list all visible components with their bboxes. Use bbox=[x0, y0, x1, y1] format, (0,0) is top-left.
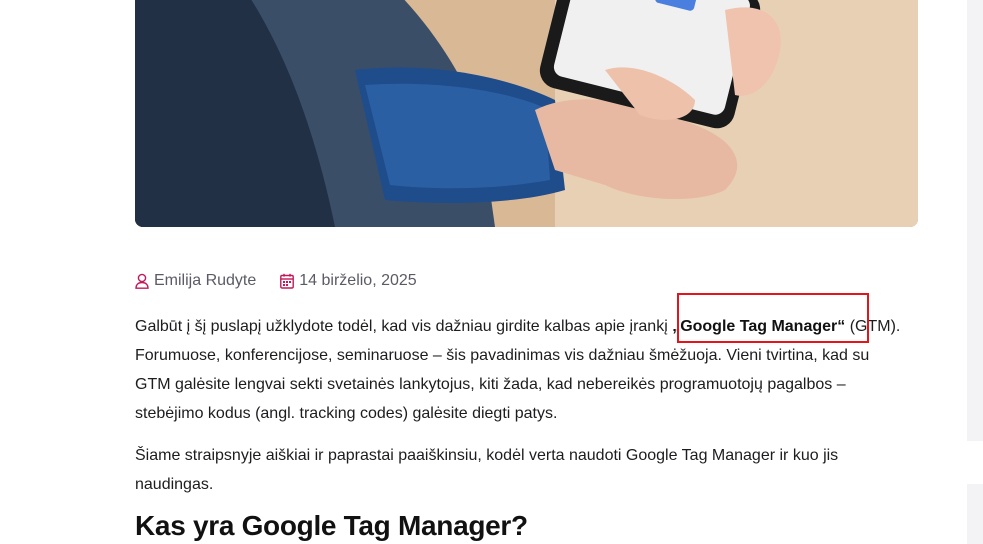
publish-date: 14 birželio, 2025 bbox=[299, 272, 417, 289]
second-paragraph: Šiame straipsnyje aiškiai ir paprastai p… bbox=[135, 447, 839, 493]
author-name[interactable]: Emilija Rudyte bbox=[154, 272, 256, 290]
calendar-icon bbox=[280, 273, 295, 289]
hero-image bbox=[135, 0, 918, 227]
sidebar-panel bbox=[967, 0, 983, 441]
hero-photo bbox=[135, 0, 918, 227]
intro-text-before: Galbūt į šį puslapį užklydote todėl, kad… bbox=[135, 318, 673, 335]
article-meta: Emilija Rudyte 14 birželio, 2025 bbox=[135, 271, 417, 291]
section-heading: Kas yra Google Tag Manager? bbox=[135, 510, 528, 541]
highlight-annotation-box bbox=[677, 293, 869, 343]
sidebar-panel-lower bbox=[967, 484, 983, 544]
user-icon bbox=[135, 273, 149, 289]
